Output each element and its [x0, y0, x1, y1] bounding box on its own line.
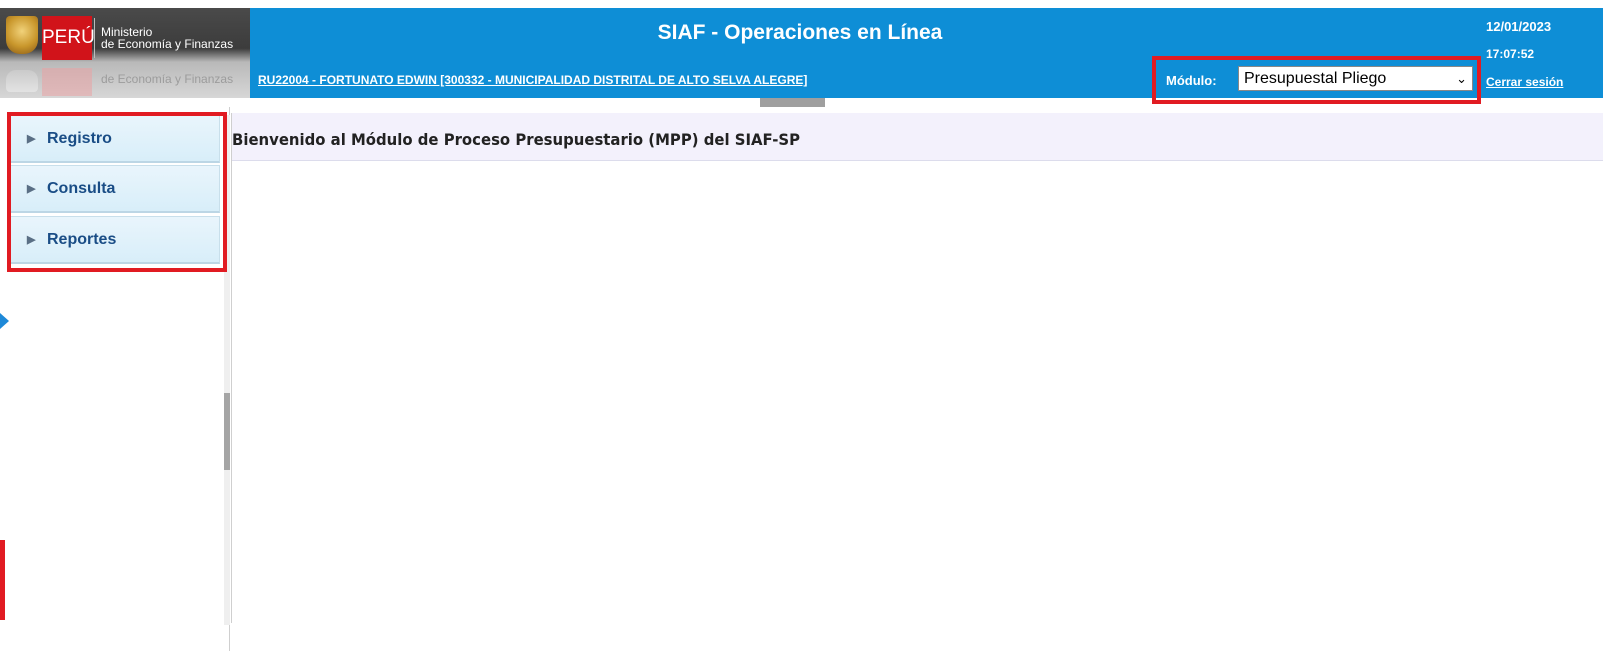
- current-time: 17:07:52: [1486, 47, 1535, 61]
- user-info-link[interactable]: RU22004 - FORTUNATO EDWIN [300332 - MUNI…: [258, 73, 807, 87]
- coat-of-arms-icon: [6, 16, 38, 54]
- expand-arrow-icon[interactable]: [0, 313, 9, 329]
- welcome-message: Bienvenido al Módulo de Proceso Presupue…: [232, 130, 801, 149]
- logo-text-reflection: de Economía y Finanzas: [101, 72, 234, 86]
- page-title: SIAF - Operaciones en Línea: [657, 21, 943, 44]
- sidebar-scrollbar-thumb[interactable]: [224, 393, 230, 470]
- logo-divider: [94, 18, 95, 58]
- header-collapse-handle[interactable]: [760, 98, 825, 107]
- left-edge-mark: [0, 540, 5, 620]
- mef-logo: PERÚ Ministerio de Economía y Finanzas d…: [0, 8, 250, 98]
- peru-reflection: [42, 68, 92, 96]
- peru-badge: PERÚ: [42, 16, 95, 60]
- logo-ministry-name: de Economía y Finanzas: [101, 37, 234, 51]
- main-content: [231, 107, 1603, 651]
- menu-highlight-box: [7, 112, 227, 272]
- content-divider: [231, 113, 232, 623]
- top-strip: [0, 0, 1603, 8]
- logo-reflection: [6, 70, 38, 92]
- current-date: 12/01/2023: [1486, 19, 1552, 34]
- logout-link[interactable]: Cerrar sesión: [1486, 75, 1563, 89]
- module-highlight-box: [1152, 56, 1481, 104]
